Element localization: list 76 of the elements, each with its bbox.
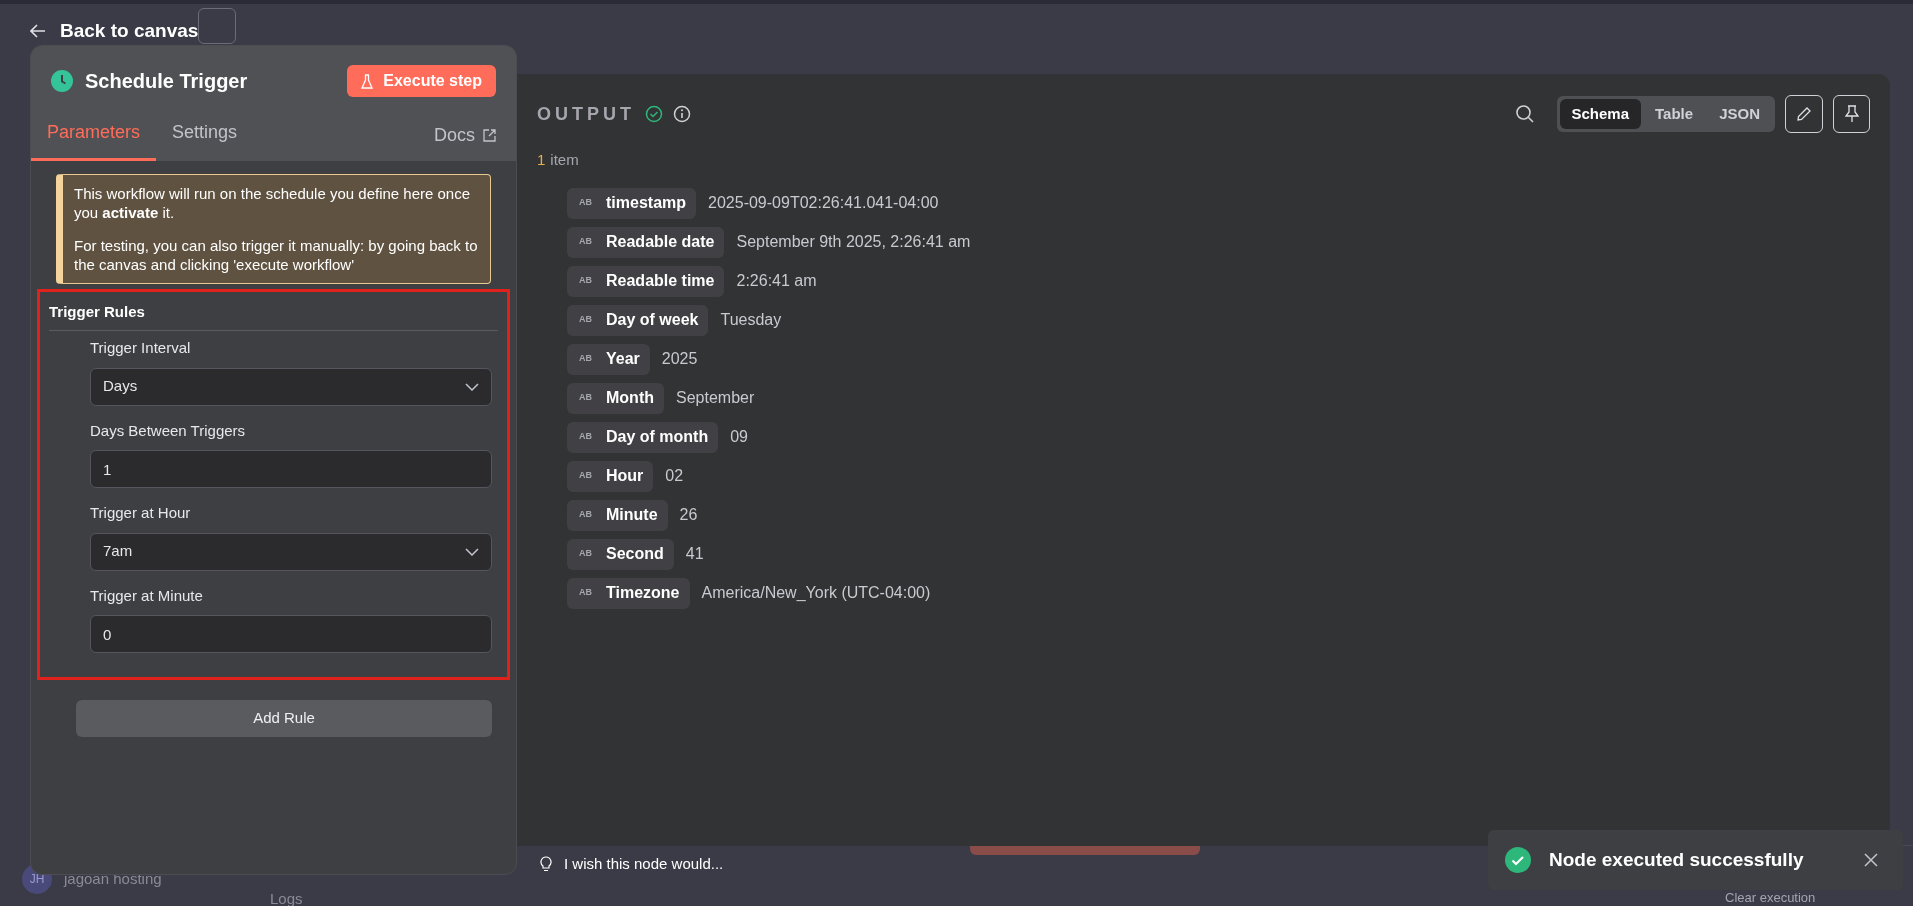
schema-key-pill: AB Year [567,343,650,375]
schema-value: 2025-09-09T02:26:41.041-04:00 [708,193,939,213]
chevron-down-icon [465,382,479,391]
view-tab[interactable]: Table [1643,99,1706,129]
input-field[interactable]: 1 [90,450,492,488]
type-label: AB [579,469,592,483]
pin-button[interactable] [1833,95,1870,133]
schema-value: 09 [730,427,748,447]
dropdown-field[interactable]: Days [90,367,492,406]
info-icon[interactable] [673,105,691,123]
schema-value: 2025 [661,349,698,369]
notice-text: This workflow will run on the schedule you define here once you activate it. [74,184,472,222]
pin-icon [1844,105,1859,123]
schema-key-pill: AB Day of week [567,304,709,336]
field-label: Trigger at Minute [90,585,204,606]
close-icon[interactable] [1864,853,1878,867]
clock-icon [51,70,73,92]
check-circle-icon [645,105,663,123]
type-label: AB [579,274,592,288]
item-count: 1 [537,150,546,170]
back-to-canvas-link[interactable]: Back to canvas [30,17,199,46]
dropdown-field[interactable]: 7am [90,532,492,571]
item-count-label: item [550,150,579,170]
external-link-icon [483,129,496,142]
schema-key-pill: AB Day of month [567,421,719,453]
notice-text: For testing, you can also trigger it manually: by going back to the canvas and clicking 'execute workflow' [74,236,478,274]
schema-key-pill: AB timestamp [567,187,697,219]
flask-icon [361,73,374,89]
search-icon[interactable] [1514,104,1535,124]
success-check-icon [1505,847,1531,873]
schema-key-pill: AB Minute [567,499,668,531]
field-label: Trigger at Hour [90,503,192,523]
schema-value: September [676,388,755,408]
input-field[interactable]: 0 [90,615,492,653]
panel-tab[interactable]: Settings [156,111,254,161]
schema-key-pill: AB Second [567,538,674,570]
type-label: AB [579,313,592,327]
toast-message: Node executed successfully [1549,847,1805,872]
feedback-link[interactable]: I wish this node would... [540,853,724,876]
edit-button[interactable] [1785,95,1823,133]
lightbulb-icon [540,856,552,873]
docs-link[interactable]: Docs [434,122,496,161]
type-label: AB [579,586,592,600]
output-title: OUTPUT [537,102,635,126]
resize-handle[interactable] [970,845,1200,855]
type-label: AB [579,430,592,444]
clear-execution-link[interactable]: Clear execution [1725,891,1816,905]
schema-value: America/New_York (UTC-04:00) [701,583,931,603]
type-label: AB [579,547,592,561]
schema-value: 41 [685,544,704,564]
chevron-down-icon [465,547,479,556]
arrow-left-icon [30,24,46,39]
field-label: Days Between Triggers [90,420,247,441]
type-label: AB [579,196,592,210]
type-label: AB [579,391,592,405]
user-name: jagoan hosting [64,868,162,889]
view-tab[interactable]: JSON [1707,99,1772,129]
node-title: Schedule Trigger [85,69,248,94]
schema-value: 2:26:41 am [736,271,817,291]
schema-key-pill: AB Readable time [567,265,725,297]
schema-value: 26 [679,505,698,525]
schema-value: 02 [665,466,684,486]
view-tab[interactable]: Schema [1559,99,1642,129]
pencil-icon [1796,106,1812,122]
schema-key-pill: AB Hour [567,460,654,492]
schema-key-pill: AB Readable date [567,226,725,258]
schema-key-pill: AB Timezone [567,577,690,609]
type-label: AB [579,352,592,366]
add-rule-button[interactable]: Add Rule [76,700,492,737]
field-label: Trigger Interval [90,338,192,358]
schema-value: September 9th 2025, 2:26:41 am [736,232,971,252]
section-title: Trigger Rules [49,303,145,320]
schema-value: Tuesday [720,310,782,330]
type-label: AB [579,235,592,249]
schema-key-pill: AB Month [567,382,664,414]
type-label: AB [579,508,592,522]
